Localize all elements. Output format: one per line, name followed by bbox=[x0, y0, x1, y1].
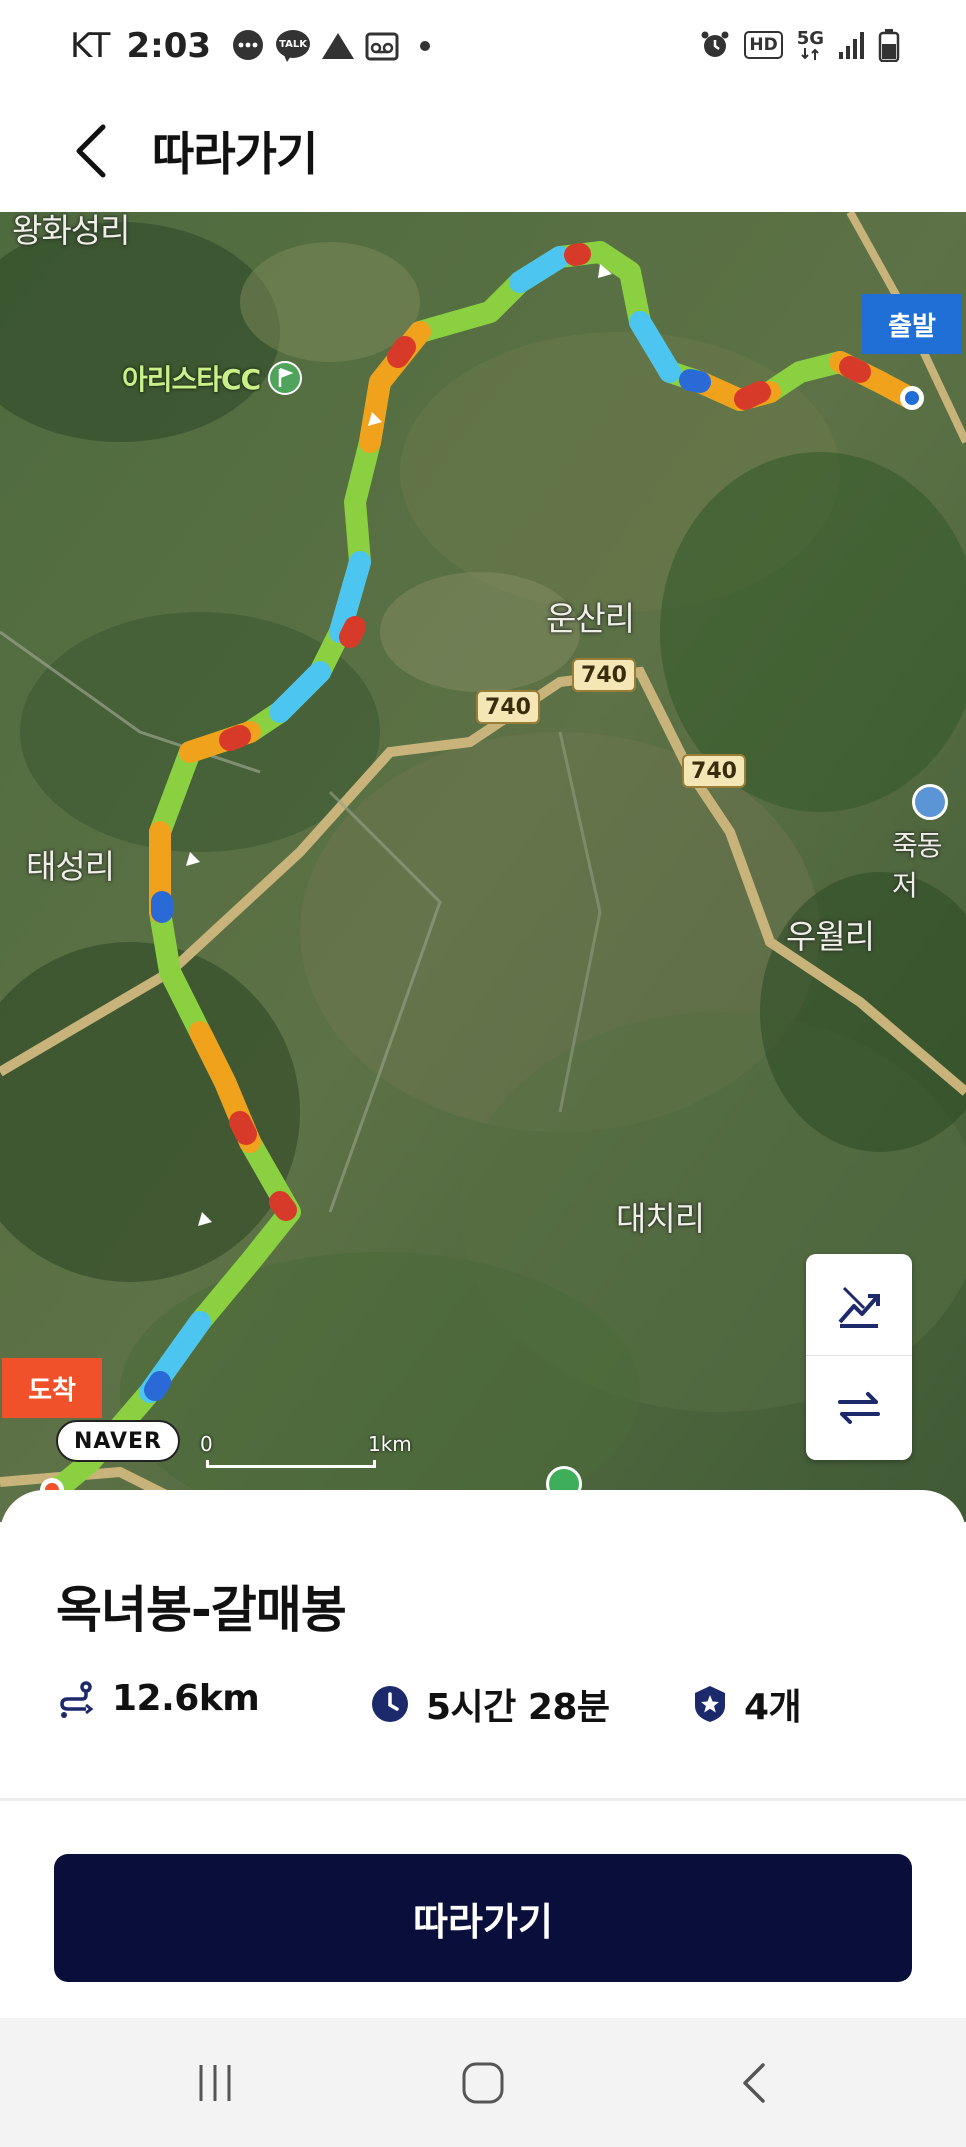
distance-value: 12.6km bbox=[112, 1678, 260, 1719]
kakaotalk-icon: TALK bbox=[275, 29, 311, 63]
scale-bar bbox=[206, 1460, 376, 1468]
place-label-jukdongje: 죽동저 bbox=[892, 829, 943, 902]
map-scale: 0 1km bbox=[200, 1432, 440, 1472]
back-arrow-icon bbox=[743, 2063, 765, 2103]
system-back-button[interactable] bbox=[715, 2048, 795, 2118]
5g-icon: 5G bbox=[797, 30, 824, 60]
badge-count-stat: 4개 bbox=[692, 1678, 802, 1730]
badge-count-value: 4개 bbox=[744, 1687, 802, 1728]
battery-icon bbox=[878, 28, 900, 62]
voicemail-icon bbox=[365, 30, 399, 62]
divider bbox=[0, 1798, 966, 1801]
network-label: 5G bbox=[796, 28, 824, 49]
system-nav-bar bbox=[0, 2018, 966, 2147]
start-marker[interactable]: 출발 bbox=[862, 294, 962, 354]
app-header: 따라가기 bbox=[0, 96, 966, 212]
status-bar-right: HD 5G bbox=[700, 28, 900, 62]
course-title: 옥녀봉-갈매봉 bbox=[56, 1581, 347, 1639]
carrier-label: KT bbox=[70, 26, 111, 66]
clock-icon bbox=[372, 1686, 408, 1722]
message-bubble-icon bbox=[231, 29, 265, 63]
place-label-golf-course: 아리스타CC bbox=[122, 358, 303, 398]
hd-icon: HD bbox=[744, 31, 783, 59]
place-label-wanghwaseongri: 왕화성리 bbox=[12, 212, 130, 250]
duration-value: 5시간 28분 bbox=[426, 1687, 610, 1728]
clock-time: 2:03 bbox=[126, 26, 212, 66]
reverse-direction-button[interactable] bbox=[806, 1357, 912, 1459]
water-poi-icon[interactable] bbox=[912, 784, 948, 820]
elevation-toggle-button[interactable] bbox=[806, 1254, 912, 1356]
chevron-left-icon bbox=[76, 124, 106, 178]
course-stats: 12.6km 5시간 28분 4개 bbox=[56, 1678, 916, 1728]
duration-stat: 5시간 28분 bbox=[370, 1678, 610, 1730]
home-button[interactable] bbox=[443, 2048, 523, 2118]
status-bar: KT 2:03 TALK HD 5G bbox=[0, 0, 966, 96]
kakao-label: TALK bbox=[279, 38, 307, 50]
signal-icon bbox=[838, 30, 864, 60]
recent-apps-icon bbox=[199, 2065, 231, 2101]
course-info-sheet: 옥녀봉-갈매봉 12.6km 5시간 28분 4개 따라가기 bbox=[0, 1490, 966, 2050]
alarm-icon bbox=[700, 30, 730, 60]
road-number-badge: 740 bbox=[476, 690, 540, 724]
status-bar-left: KT 2:03 TALK bbox=[70, 26, 431, 66]
place-label-taeseongri: 태성리 bbox=[26, 847, 115, 886]
road-number-badge: 740 bbox=[682, 754, 746, 788]
place-label-uwolri: 우월리 bbox=[786, 917, 875, 956]
warning-triangle-icon bbox=[321, 31, 355, 61]
route-distance-icon bbox=[60, 1680, 94, 1718]
naver-logo: NAVER bbox=[56, 1420, 180, 1462]
golf-course-label: 아리스타CC bbox=[122, 363, 261, 396]
page-title: 따라가기 bbox=[152, 127, 318, 181]
follow-button[interactable]: 따라가기 bbox=[54, 1854, 912, 1982]
end-marker[interactable]: 도착 bbox=[2, 1358, 102, 1418]
distance-stat: 12.6km bbox=[56, 1678, 260, 1719]
elevation-profile-icon bbox=[838, 1286, 880, 1328]
hd-label: HD bbox=[749, 35, 778, 55]
scale-zero-label: 0 bbox=[200, 1432, 213, 1456]
dot-icon bbox=[419, 40, 431, 52]
place-label-unsanri: 운산리 bbox=[546, 599, 635, 638]
scale-km-label: 1km bbox=[368, 1432, 412, 1456]
back-button[interactable] bbox=[56, 116, 126, 186]
golf-icon bbox=[268, 361, 303, 395]
star-badge-icon bbox=[695, 1686, 725, 1722]
home-icon bbox=[462, 2062, 504, 2104]
map-view[interactable]: 왕화성리 아리스타CC 운산리 태성리 죽동저 우월리 대치리 740 740 … bbox=[0, 212, 966, 1522]
swap-arrows-icon bbox=[838, 1392, 880, 1424]
recent-apps-button[interactable] bbox=[175, 2048, 255, 2118]
map-controls bbox=[806, 1254, 912, 1460]
road-number-badge: 740 bbox=[572, 658, 636, 692]
place-label-daechiri: 대치리 bbox=[616, 1199, 705, 1238]
